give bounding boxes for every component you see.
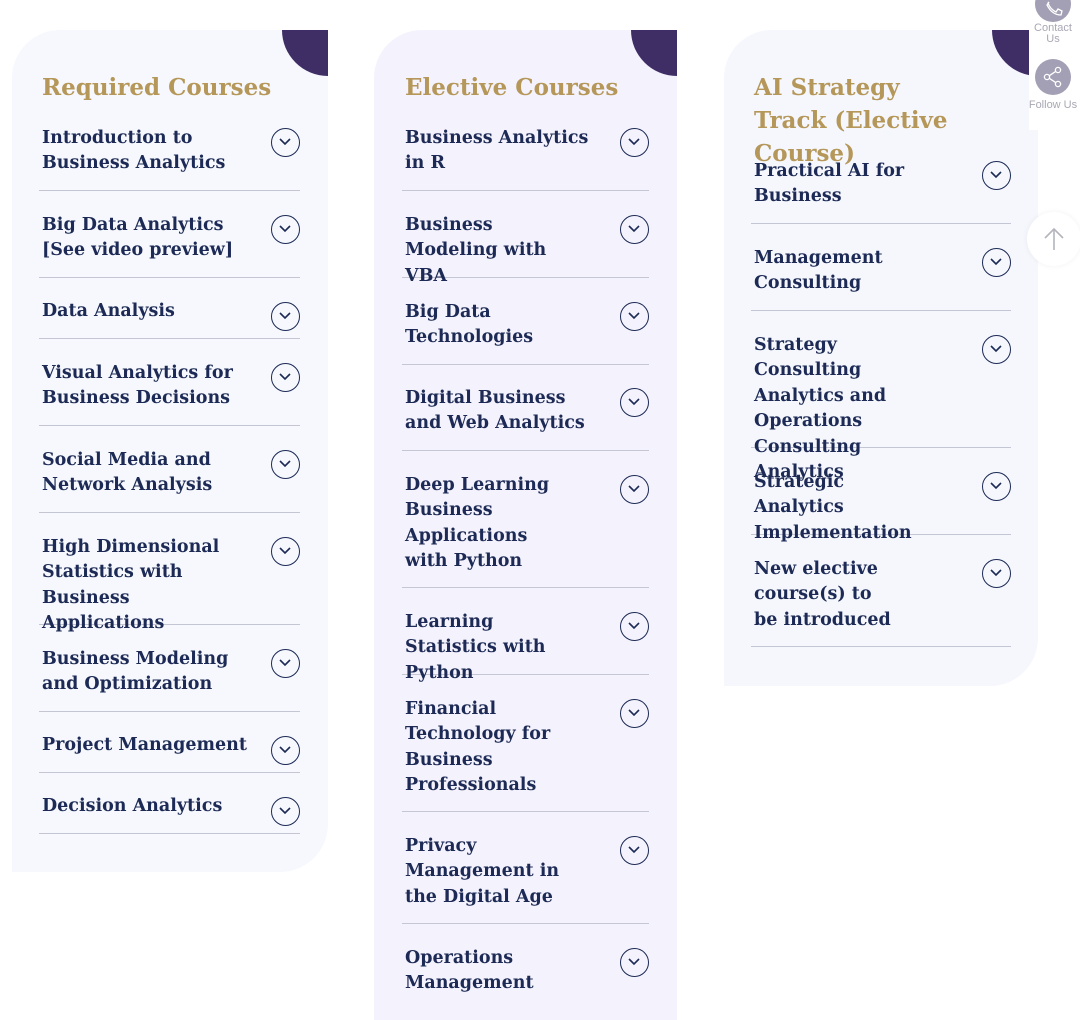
chevron-down-icon[interactable] [271, 215, 300, 244]
course-item-big-data-technologies[interactable]: Big Data Technologies [402, 299, 649, 365]
course-name: Data Analysis [42, 301, 175, 321]
card-corner-decoration [282, 30, 328, 76]
course-name: Business Modeling with VBA [405, 215, 547, 286]
course-name: Project Management [42, 735, 247, 755]
chevron-down-icon[interactable] [620, 475, 649, 504]
course-item-operations-management[interactable]: Operations Management [402, 945, 649, 1011]
course-name: Big Data Technologies [405, 302, 534, 348]
chevron-down-icon[interactable] [620, 302, 649, 331]
course-name: Introduction to Business Analytics [42, 128, 226, 174]
course-item-business-modeling-vba[interactable]: Business Modeling with VBA [402, 212, 649, 286]
chevron-down-icon[interactable] [982, 559, 1011, 588]
scroll-to-top-button[interactable] [1027, 212, 1080, 266]
elective-courses-title: Elective Courses [405, 74, 619, 101]
required-courses-title: Required Courses [42, 74, 272, 101]
course-name: Big Data Analytics [See video preview] [42, 215, 234, 261]
course-name: Practical AI for Business [754, 161, 905, 207]
chevron-down-icon[interactable] [620, 836, 649, 865]
chevron-down-icon[interactable] [271, 450, 300, 479]
course-item-business-analytics-r[interactable]: Business Analytics in R [402, 125, 649, 191]
course-name: Learning Statistics with Python [405, 612, 546, 683]
chevron-down-icon[interactable] [620, 699, 649, 728]
course-name: Digital Business and Web Analytics [405, 388, 585, 434]
chevron-down-icon[interactable] [620, 948, 649, 977]
course-name: High Dimensional Statistics with Busines… [42, 537, 220, 634]
chevron-down-icon[interactable] [271, 302, 300, 331]
chevron-down-icon[interactable] [271, 649, 300, 678]
course-item-project-management[interactable]: Project Management [39, 733, 300, 773]
elective-courses-card: Elective Courses Business Analytics in R… [374, 30, 677, 1020]
chevron-down-icon[interactable] [982, 161, 1011, 190]
ai-strategy-track-title: AI Strategy Track (Elective Course) [754, 74, 948, 167]
course-name: Financial Technology for Business Profes… [405, 699, 551, 796]
course-name: Strategic Analytics Implementation [754, 472, 912, 543]
course-name: Operations Management [405, 948, 534, 994]
course-name: Privacy Management in the Digital Age [405, 836, 560, 907]
arrow-up-icon [1044, 227, 1064, 250]
course-item-privacy-management[interactable]: Privacy Management in the Digital Age [402, 833, 649, 924]
course-name: New elective course(s) to be introduced [754, 559, 891, 630]
course-item-management-consulting[interactable]: Management Consulting [751, 245, 1011, 311]
chevron-down-icon[interactable] [271, 736, 300, 765]
phone-icon [1046, 1, 1063, 16]
course-item-intro-business-analytics[interactable]: Introduction to Business Analytics [39, 125, 300, 191]
follow-us-button[interactable] [1035, 59, 1071, 95]
course-name: Deep Learning Business Applications with… [405, 475, 550, 572]
card-corner-decoration [631, 30, 677, 76]
course-item-data-analysis[interactable]: Data Analysis [39, 299, 300, 339]
course-item-social-media[interactable]: Social Media and Network Analysis [39, 447, 300, 513]
course-item-visual-analytics[interactable]: Visual Analytics for Business Decisions [39, 360, 300, 426]
chevron-down-icon[interactable] [620, 612, 649, 641]
course-item-digital-business[interactable]: Digital Business and Web Analytics [402, 385, 649, 451]
course-name: Visual Analytics for Business Decisions [42, 363, 233, 409]
course-item-strategic-analytics[interactable]: Strategic Analytics Implementation [751, 469, 1011, 543]
chevron-down-icon[interactable] [620, 388, 649, 417]
contact-us-label[interactable]: Contact Us [1026, 23, 1080, 45]
course-item-decision-analytics[interactable]: Decision Analytics [39, 794, 300, 834]
chevron-down-icon[interactable] [271, 128, 300, 157]
required-courses-card: Required Courses Introduction to Busines… [12, 30, 328, 872]
course-item-practical-ai[interactable]: Practical AI for Business [751, 158, 1011, 224]
course-name: Social Media and Network Analysis [42, 450, 213, 496]
course-name: Business Analytics in R [405, 128, 589, 174]
contact-us-button[interactable] [1035, 0, 1071, 22]
course-name: Decision Analytics [42, 796, 223, 816]
course-item-big-data-analytics[interactable]: Big Data Analytics [See video preview] [39, 212, 300, 278]
course-name: Business Modeling and Optimization [42, 649, 229, 695]
course-item-new-elective[interactable]: New elective course(s) to be introduced [751, 556, 1011, 647]
chevron-down-icon[interactable] [620, 215, 649, 244]
chevron-down-icon[interactable] [620, 128, 649, 157]
chevron-down-icon[interactable] [271, 797, 300, 826]
course-item-business-modeling-optimization[interactable]: Business Modeling and Optimization [39, 646, 300, 712]
chevron-down-icon[interactable] [982, 472, 1011, 501]
share-icon [1043, 66, 1062, 88]
course-item-deep-learning[interactable]: Deep Learning Business Applications with… [402, 472, 649, 588]
course-item-financial-technology[interactable]: Financial Technology for Business Profes… [402, 696, 649, 812]
course-item-learning-statistics-python[interactable]: Learning Statistics with Python [402, 609, 649, 683]
chevron-down-icon[interactable] [982, 248, 1011, 277]
course-name: Management Consulting [754, 248, 883, 294]
course-name: Strategy Consulting Analytics and Operat… [754, 335, 887, 483]
course-item-strategy-consulting[interactable]: Strategy Consulting Analytics and Operat… [751, 332, 1011, 482]
course-item-high-dimensional-statistics[interactable]: High Dimensional Statistics with Busines… [39, 534, 300, 633]
chevron-down-icon[interactable] [271, 363, 300, 392]
follow-us-label[interactable]: Follow Us [1026, 100, 1080, 111]
chevron-down-icon[interactable] [271, 537, 300, 566]
chevron-down-icon[interactable] [982, 335, 1011, 364]
ai-strategy-track-card: AI Strategy Track (Elective Course) Prac… [724, 30, 1038, 686]
